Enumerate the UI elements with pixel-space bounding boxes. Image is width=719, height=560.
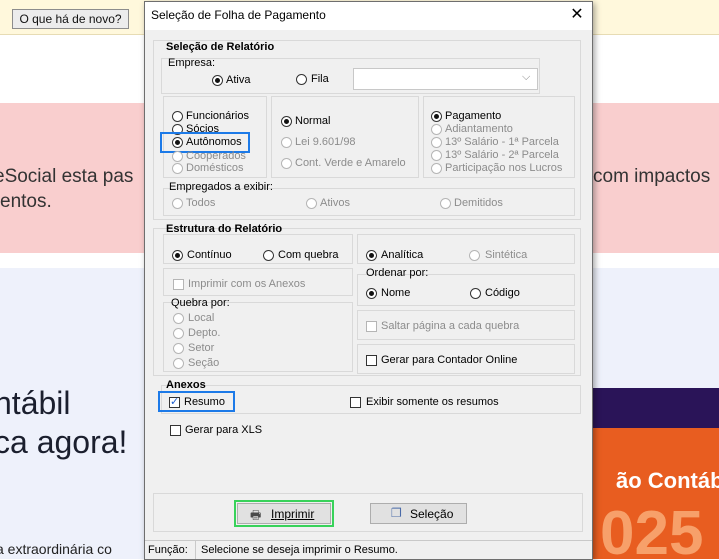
exibir-resumos-label: Exibir somente os resumos	[366, 396, 499, 408]
dialog-titlebar: Seleção de Folha de Pagamento ✕	[145, 2, 592, 30]
analitica-radio[interactable]	[366, 250, 377, 261]
regime-normal-label: Normal	[295, 115, 331, 127]
tipo-domesticos-label: Domésticos	[186, 162, 244, 174]
empresa-ativa-radio[interactable]	[212, 75, 223, 86]
close-icon[interactable]: ✕	[565, 4, 589, 26]
status-label: Função:	[148, 544, 188, 556]
chevron-down-icon: ⌵	[522, 71, 531, 83]
regime-lei-radio[interactable]	[281, 137, 292, 148]
pagamento-radio[interactable]	[431, 111, 442, 122]
tipo-domesticos-radio[interactable]	[172, 163, 183, 174]
exibir-resumos-checkbox[interactable]	[350, 397, 361, 408]
banner-text-right: com impactos	[593, 166, 711, 187]
ordenar-nome-label: Nome	[381, 287, 411, 299]
imprimir-anexos-checkbox[interactable]	[173, 279, 184, 290]
banner-text-left-2: entos.	[0, 191, 52, 212]
empregados-label: Empregados a exibir:	[169, 181, 273, 193]
com-quebra-radio[interactable]	[263, 250, 274, 261]
ordenar-label: Ordenar por:	[366, 267, 429, 279]
tipo-cooperados-radio[interactable]	[172, 151, 183, 162]
gerar-contador-label: Gerar para Contador Online	[381, 354, 518, 366]
13-segunda-radio[interactable]	[431, 150, 442, 161]
empregados-demitidos-label: Demitidos	[454, 197, 503, 209]
empregados-todos-radio[interactable]	[172, 198, 183, 209]
quebra-depto-radio[interactable]	[173, 328, 184, 339]
selecao-label: Seleção	[410, 507, 454, 521]
promo-number: 025	[600, 499, 704, 559]
13-primeira-radio[interactable]	[431, 137, 442, 148]
empresa-ativa-label: Ativa	[226, 74, 251, 86]
quebra-secao-radio[interactable]	[173, 358, 184, 369]
saltar-label: Saltar página a cada quebra	[381, 320, 520, 332]
com-quebra-label: Com quebra	[278, 249, 339, 261]
quebra-setor-radio[interactable]	[173, 343, 184, 354]
empregados-todos-label: Todos	[186, 197, 216, 209]
empresa-label: Empresa:	[168, 57, 216, 69]
empregados-ativos-radio[interactable]	[306, 198, 317, 209]
quebra-local-radio[interactable]	[173, 313, 184, 324]
selecao-button[interactable]: ❐ Seleção	[370, 503, 467, 524]
13-segunda-label: 13º Salário - 2ª Parcela	[445, 149, 559, 161]
empresa-fila-label: Fila	[311, 73, 329, 85]
regime-normal-radio[interactable]	[281, 116, 292, 127]
dialog-title: Seleção de Folha de Pagamento	[151, 8, 326, 22]
fila-combo[interactable]: ⌵	[353, 68, 538, 90]
tipo-funcionarios-label: Funcionários	[186, 110, 249, 122]
whats-new-button[interactable]: O que há de novo?	[12, 9, 129, 29]
printer-icon: 🖶	[250, 508, 262, 522]
quebra-por-label: Quebra por:	[171, 297, 230, 309]
gerar-xls-label: Gerar para XLS	[185, 424, 263, 436]
quebra-depto-label: Depto.	[188, 327, 221, 339]
resumo-highlight	[158, 391, 235, 412]
status-bar: Função: Selecione se deseja imprimir o R…	[145, 540, 592, 559]
payroll-dialog: Seleção de Folha de Pagamento ✕ Seleção …	[144, 1, 593, 560]
ordenar-nome-radio[interactable]	[366, 288, 377, 299]
regime-verde-amarelo-label: Cont. Verde e Amarelo	[295, 157, 406, 169]
empregados-ativos-label: Ativos	[320, 197, 350, 209]
saltar-checkbox[interactable]	[366, 321, 377, 332]
anexos-title: Anexos	[166, 379, 206, 391]
empresa-fila-radio[interactable]	[296, 74, 307, 85]
buttons-panel	[153, 493, 583, 532]
imprimir-label: Imprimir	[271, 507, 315, 521]
bottom-text: a extraordinária co	[0, 541, 112, 557]
participacao-label: Participação nos Lucros	[445, 162, 563, 174]
gerar-xls-checkbox[interactable]	[170, 425, 181, 436]
banner-text-left-1: eSocial esta pas	[0, 166, 134, 187]
quebra-setor-label: Setor	[188, 342, 215, 354]
promo-top	[592, 388, 719, 428]
imprimir-button[interactable]: 🖶 Imprimir	[237, 503, 331, 524]
regime-lei-label: Lei 9.601/98	[295, 136, 356, 148]
pages-icon: ❐	[391, 506, 402, 520]
quebra-local-label: Local	[188, 312, 215, 324]
continuo-label: Contínuo	[187, 249, 232, 261]
pagamento-label: Pagamento	[445, 110, 502, 122]
promo-word: ão Contábil	[616, 468, 719, 493]
headline-line-2: ca agora!	[0, 424, 128, 460]
quebra-secao-label: Seção	[188, 357, 220, 369]
tipo-cooperados-label: Cooperados	[186, 150, 246, 162]
gerar-contador-checkbox[interactable]	[366, 355, 377, 366]
regime-verde-amarelo-radio[interactable]	[281, 158, 292, 169]
imprimir-anexos-label: Imprimir com os Anexos	[188, 278, 306, 290]
headline-line-1: ntábil	[0, 385, 71, 421]
sintetica-radio[interactable]	[469, 250, 480, 261]
report-selection-title: Seleção de Relatório	[166, 41, 275, 53]
sintetica-label: Sintética	[485, 249, 528, 261]
continuo-radio[interactable]	[172, 250, 183, 261]
adiantamento-label: Adiantamento	[445, 123, 513, 135]
status-text: Selecione se deseja imprimir o Resumo.	[201, 544, 398, 556]
status-divider	[195, 541, 196, 559]
ordenar-codigo-label: Código	[485, 287, 520, 299]
ordenar-codigo-radio[interactable]	[470, 288, 481, 299]
participacao-radio[interactable]	[431, 163, 442, 174]
promo-banner[interactable]: ão Contábil 025	[592, 388, 719, 559]
tipo-funcionarios-radio[interactable]	[172, 111, 183, 122]
adiantamento-radio[interactable]	[431, 124, 442, 135]
analitica-label: Analítica	[381, 249, 424, 261]
empregados-demitidos-radio[interactable]	[440, 198, 451, 209]
13-primeira-label: 13º Salário - 1ª Parcela	[445, 136, 559, 148]
